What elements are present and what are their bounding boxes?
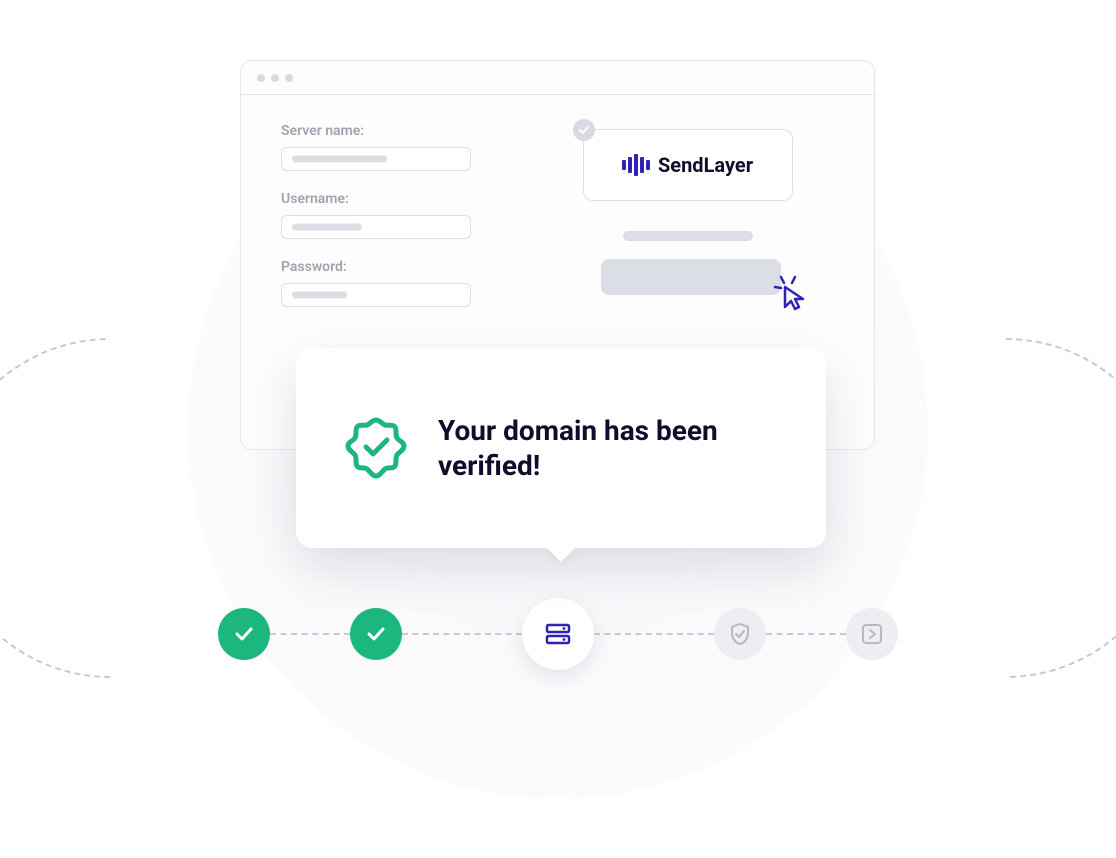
step-3-current[interactable] xyxy=(522,598,594,670)
server-name-input[interactable] xyxy=(281,147,471,171)
verification-message: Your domain has been verified! xyxy=(438,413,778,483)
input-placeholder-fill xyxy=(292,292,347,299)
window-dot xyxy=(271,74,279,82)
sendlayer-card[interactable]: SendLayer xyxy=(583,129,793,201)
step-5-pending[interactable] xyxy=(846,608,898,660)
window-dot xyxy=(285,74,293,82)
password-input[interactable] xyxy=(281,283,471,307)
password-label: Password: xyxy=(281,259,533,275)
verified-seal-icon xyxy=(344,416,408,480)
step-connector xyxy=(766,633,846,635)
check-badge-icon xyxy=(573,119,595,141)
username-label: Username: xyxy=(281,191,533,207)
placeholder-line xyxy=(623,231,753,241)
verification-tooltip: Your domain has been verified! xyxy=(296,348,826,548)
sendlayer-logo-icon xyxy=(622,154,650,176)
cursor-click-icon xyxy=(771,273,811,317)
step-2-complete[interactable] xyxy=(350,608,402,660)
username-group: Username: xyxy=(281,191,533,239)
step-1-complete[interactable] xyxy=(218,608,270,660)
step-4-pending[interactable] xyxy=(714,608,766,660)
progress-steps xyxy=(0,598,1116,670)
form-column: Server name: Username: Password: xyxy=(281,123,533,327)
server-name-group: Server name: xyxy=(281,123,533,171)
action-button-placeholder[interactable] xyxy=(601,259,781,295)
browser-header xyxy=(241,61,874,95)
input-placeholder-fill xyxy=(292,156,387,163)
step-connector xyxy=(594,633,714,635)
check-icon xyxy=(364,622,388,646)
server-icon xyxy=(543,619,573,649)
brand-column: SendLayer xyxy=(583,123,835,327)
username-input[interactable] xyxy=(281,215,471,239)
input-placeholder-fill xyxy=(292,224,362,231)
step-connector xyxy=(402,633,522,635)
step-connector xyxy=(270,633,350,635)
check-icon xyxy=(232,622,256,646)
browser-body: Server name: Username: Password: SendLa xyxy=(241,95,874,355)
sendlayer-brand-name: SendLayer xyxy=(658,153,753,177)
shield-check-icon xyxy=(727,621,753,647)
server-name-label: Server name: xyxy=(281,123,533,139)
password-group: Password: xyxy=(281,259,533,307)
window-dot xyxy=(257,74,265,82)
chevron-right-box-icon xyxy=(859,621,885,647)
